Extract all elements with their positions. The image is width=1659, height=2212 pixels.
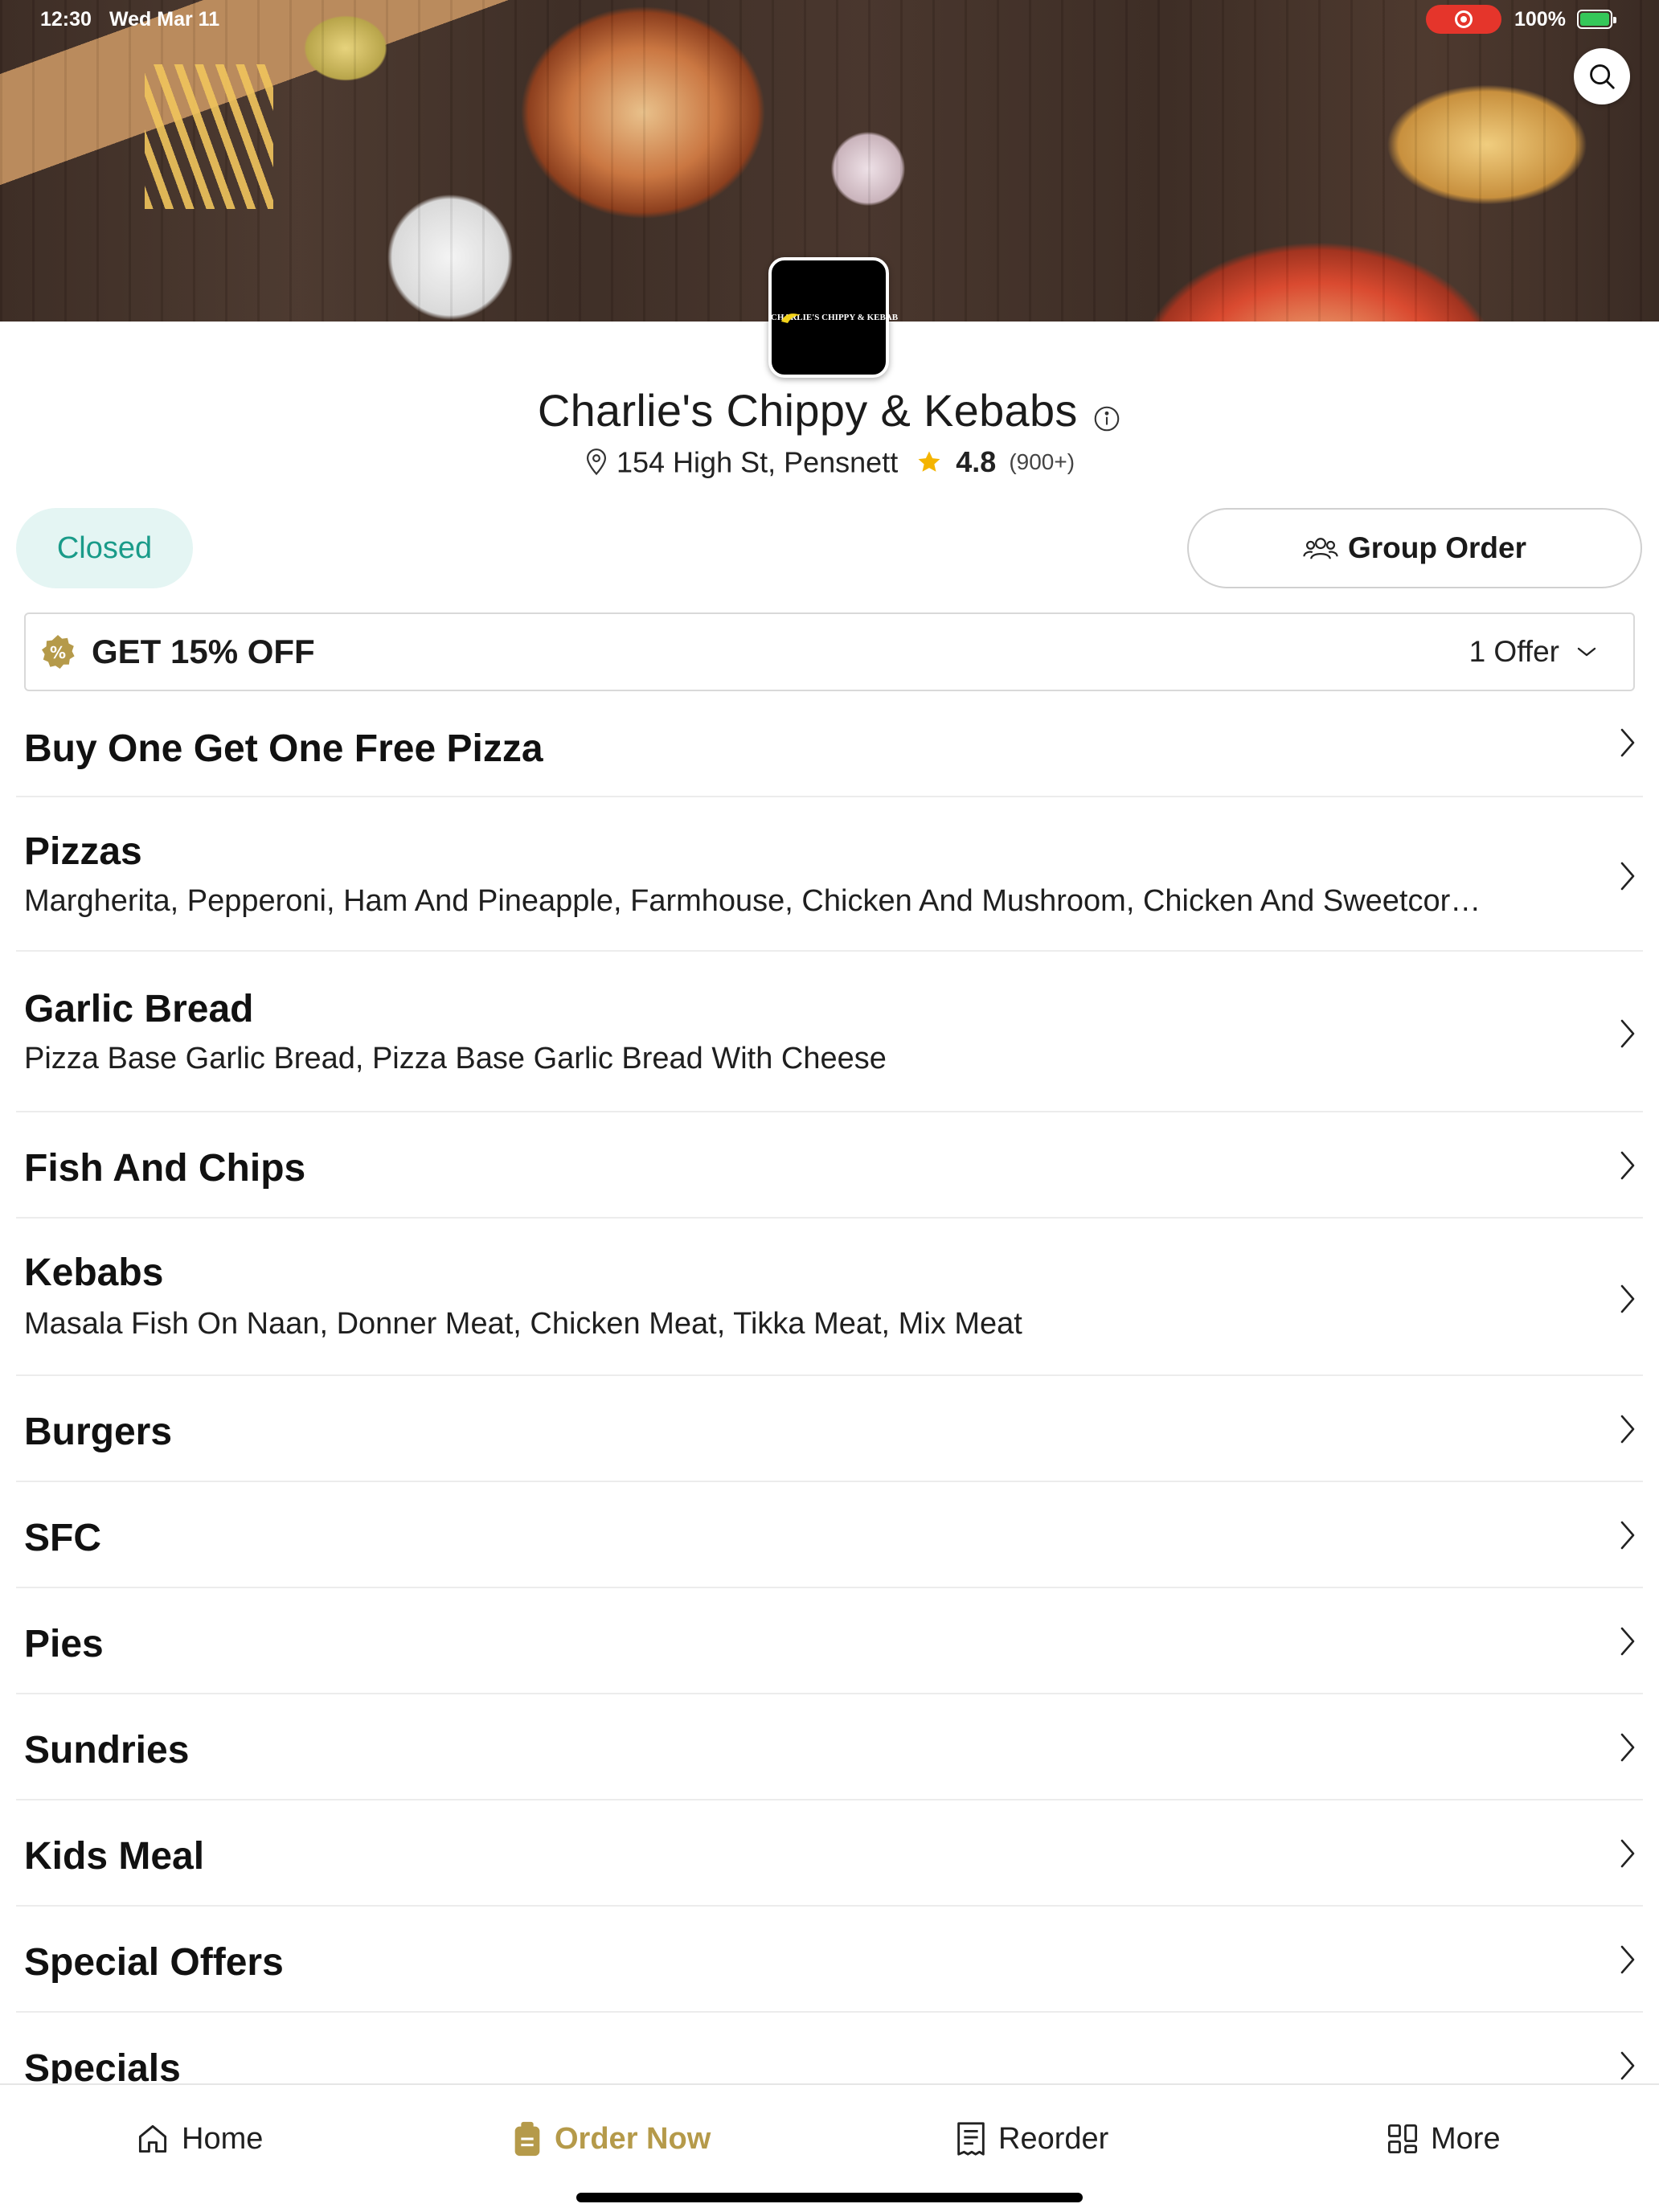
menu-category-title: SFC bbox=[24, 1517, 101, 1559]
location-pin-icon bbox=[586, 449, 606, 476]
menu-category-title: Sundries bbox=[24, 1729, 190, 1772]
group-users-icon bbox=[1303, 538, 1338, 559]
chevron-right-icon bbox=[1620, 1415, 1635, 1444]
chevron-right-icon bbox=[1620, 1151, 1635, 1180]
menu-category-title: Garlic Bread bbox=[24, 988, 254, 1030]
nav-order-now-label: Order Now bbox=[555, 2121, 711, 2156]
rating-count: (900+) bbox=[1009, 449, 1075, 475]
battery-icon bbox=[1577, 10, 1616, 29]
search-icon bbox=[1590, 64, 1615, 89]
nav-reorder[interactable]: Reorder bbox=[955, 2117, 1108, 2161]
menu-category-title: Pizzas bbox=[24, 830, 142, 873]
status-date: Wed Mar 11 bbox=[109, 8, 220, 31]
nav-home[interactable]: Home bbox=[135, 2117, 263, 2161]
restaurant-address: 154 High St, Pensnett bbox=[616, 445, 899, 479]
restaurant-name: Charlie's Chippy & Kebabs bbox=[537, 385, 1078, 436]
star-icon bbox=[918, 452, 940, 473]
menu-category-item[interactable]: Pizzas Margherita, Pepperoni, Ham And Pi… bbox=[16, 797, 1643, 952]
chevron-right-icon bbox=[1620, 1284, 1635, 1313]
battery-percent: 100% bbox=[1514, 8, 1566, 31]
group-order-label: Group Order bbox=[1347, 531, 1527, 564]
dolphin-logo-icon bbox=[781, 313, 801, 323]
chevron-right-icon bbox=[1620, 1945, 1635, 1974]
chevron-right-icon bbox=[1620, 862, 1635, 891]
menu-category-description: Masala Fish On Naan, Donner Meat, Chicke… bbox=[24, 1307, 1022, 1341]
order-bag-icon bbox=[514, 2121, 540, 2157]
menu-category-title: Pies bbox=[24, 1623, 104, 1665]
menu-category-title: Buy One Get One Free Pizza bbox=[24, 727, 543, 770]
menu-category-item[interactable]: Buy One Get One Free Pizza bbox=[16, 707, 1643, 797]
status-bar: 12:30 Wed Mar 11 100% bbox=[0, 0, 1659, 40]
info-icon[interactable] bbox=[1092, 404, 1121, 433]
menu-category-item[interactable]: Sundries bbox=[16, 1694, 1643, 1800]
group-order-button[interactable]: Group Order bbox=[1187, 508, 1642, 588]
chevron-right-icon bbox=[1620, 1839, 1635, 1868]
screen-record-icon bbox=[1426, 5, 1501, 34]
menu-category-item[interactable]: Kebabs Masala Fish On Naan, Donner Meat,… bbox=[16, 1219, 1643, 1376]
chevron-right-icon bbox=[1620, 728, 1635, 757]
menu-category-item[interactable]: Fish And Chips bbox=[16, 1112, 1643, 1219]
menu-category-title: Fish And Chips bbox=[24, 1147, 306, 1190]
menu-category-item[interactable]: Kids Meal bbox=[16, 1800, 1643, 1907]
restaurant-logo: CHARLIE'S CHIPPY & KEBAB bbox=[768, 257, 898, 378]
menu-category-description: Pizza Base Garlic Bread, Pizza Base Garl… bbox=[24, 1042, 887, 1075]
menu-category-title: Kebabs bbox=[24, 1251, 164, 1294]
hero-food-decoration bbox=[145, 64, 273, 209]
offer-title: GET 15% OFF bbox=[92, 633, 315, 670]
nav-home-label: Home bbox=[182, 2121, 264, 2156]
menu-category-item[interactable]: Special Offers bbox=[16, 1907, 1643, 2013]
discount-badge-symbol: % bbox=[50, 643, 66, 662]
menu-category-title: Special Offers bbox=[24, 1941, 284, 1984]
offer-banner[interactable]: % GET 15% OFF 1 Offer bbox=[24, 612, 1635, 691]
offer-count: 1 Offer bbox=[1469, 635, 1559, 668]
status-time: 12:30 bbox=[40, 8, 92, 31]
chevron-right-icon bbox=[1620, 1521, 1635, 1550]
menu-category-item[interactable]: Garlic Bread Pizza Base Garlic Bread, Pi… bbox=[16, 952, 1643, 1112]
chevron-right-icon bbox=[1620, 1733, 1635, 1762]
search-button[interactable] bbox=[1574, 48, 1630, 104]
receipt-icon bbox=[957, 2122, 985, 2156]
chevron-down-icon bbox=[1577, 647, 1596, 657]
menu-category-title: Kids Meal bbox=[24, 1835, 205, 1878]
menu-category-item[interactable]: Pies bbox=[16, 1588, 1643, 1694]
menu-category-item[interactable]: SFC bbox=[16, 1482, 1643, 1588]
home-indicator[interactable] bbox=[576, 2193, 1083, 2202]
restaurant-subinfo: 154 High St, Pensnett 4.8 (900+) bbox=[0, 444, 1659, 479]
restaurant-title-row: Charlie's Chippy & Kebabs bbox=[0, 384, 1659, 436]
grid-more-icon bbox=[1387, 2124, 1418, 2154]
chevron-right-icon bbox=[1620, 2051, 1635, 2080]
chevron-right-icon bbox=[1620, 1627, 1635, 1656]
closed-status-badge: Closed bbox=[16, 508, 193, 588]
nav-reorder-label: Reorder bbox=[998, 2121, 1109, 2156]
menu-category-title: Burgers bbox=[24, 1411, 173, 1453]
chevron-right-icon bbox=[1620, 1019, 1635, 1048]
home-icon bbox=[138, 2124, 167, 2153]
rating-value: 4.8 bbox=[956, 445, 997, 479]
menu-category-item[interactable]: Burgers bbox=[16, 1376, 1643, 1482]
nav-order-now[interactable]: Order Now bbox=[511, 2117, 711, 2161]
nav-more[interactable]: More bbox=[1386, 2117, 1501, 2161]
bottom-navigation: Home Order Now Reorder More bbox=[0, 2083, 1659, 2212]
discount-badge-icon: % bbox=[42, 635, 75, 669]
nav-more-label: More bbox=[1431, 2121, 1501, 2156]
menu-category-description: Margherita, Pepperoni, Ham And Pineapple… bbox=[24, 884, 1481, 918]
